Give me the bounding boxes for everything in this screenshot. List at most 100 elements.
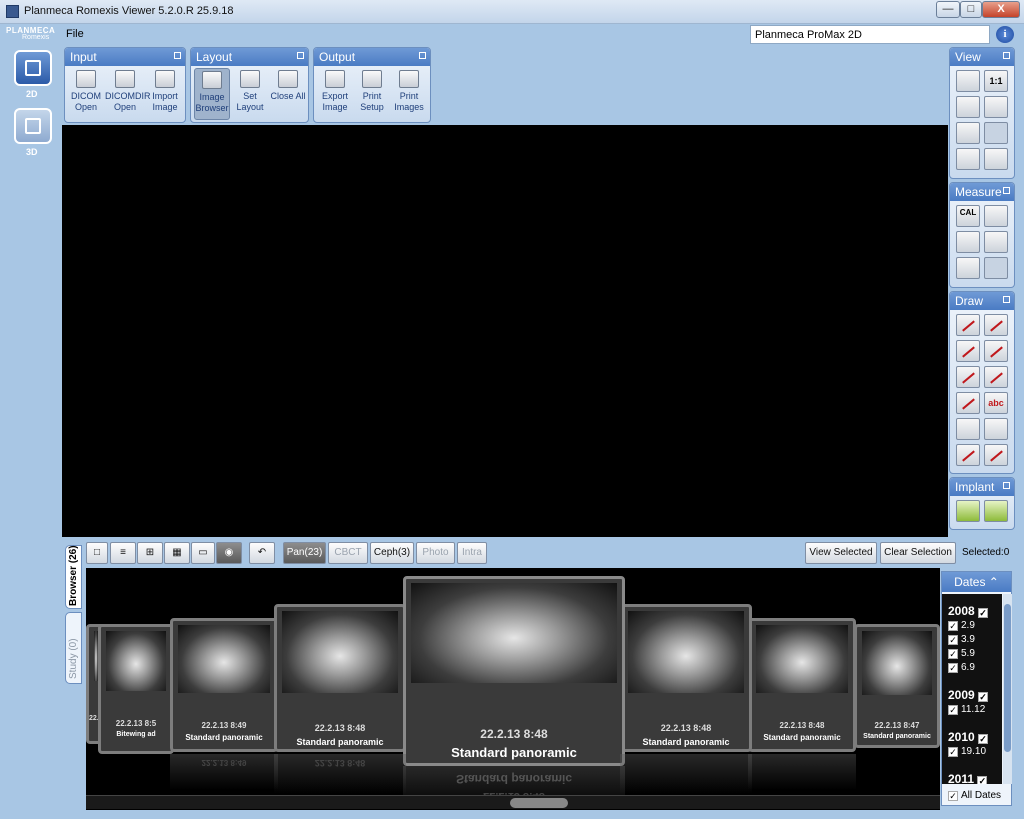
close-button[interactable]: X xyxy=(982,1,1020,18)
single-view-button[interactable]: □ xyxy=(86,542,108,564)
draw-delete-icon[interactable] xyxy=(956,444,980,466)
tab-study[interactable]: Study (0) xyxy=(65,612,82,684)
export-image-button[interactable]: Export Image xyxy=(317,70,353,113)
rotate-icon[interactable]: ↶ xyxy=(249,542,275,564)
mode-2d-button[interactable] xyxy=(14,50,52,86)
date-item[interactable]: ✓ 3.9 xyxy=(948,634,975,645)
histogram-icon[interactable] xyxy=(956,257,980,279)
draw-ellipse-icon[interactable] xyxy=(956,392,980,414)
zoom-1to1-icon[interactable]: 1:1 xyxy=(984,70,1008,92)
minimize-button[interactable]: — xyxy=(936,1,960,18)
date-year-item[interactable]: 2010 ✓ xyxy=(948,730,991,744)
expand-icon[interactable] xyxy=(419,52,426,59)
all-dates-toggle[interactable]: ✓ All Dates xyxy=(948,790,1001,801)
grid-view-icon[interactable]: ▦ xyxy=(164,542,190,564)
coverflow-view-icon[interactable]: ◉ xyxy=(216,542,242,564)
date-checkbox[interactable]: ✓ xyxy=(948,747,958,757)
view-selected-button[interactable]: View Selected xyxy=(805,542,877,564)
close-all-button[interactable]: Close All xyxy=(269,70,307,102)
date-checkbox[interactable]: ✓ xyxy=(948,621,958,631)
ruler-icon[interactable] xyxy=(956,231,980,253)
brightness-icon[interactable] xyxy=(956,148,980,170)
filter-photo-button[interactable]: Photo xyxy=(416,542,455,564)
line-measure-icon[interactable] xyxy=(984,257,1008,279)
filter-intra-button[interactable]: Intra xyxy=(457,542,487,564)
date-year-item[interactable]: 2011 ✓ xyxy=(948,772,990,784)
info-button[interactable]: i xyxy=(996,26,1014,43)
thumbnail-card[interactable]: 22.2.13 8:5 Bitewing ad xyxy=(98,624,174,754)
expand-icon[interactable] xyxy=(1003,52,1010,59)
list-view-icon[interactable]: ≡ xyxy=(110,542,136,564)
fit-icon[interactable] xyxy=(956,70,980,92)
filmstrip-view-icon[interactable]: ▭ xyxy=(191,542,215,564)
date-item[interactable]: ✓ 19.10 xyxy=(948,746,986,757)
expand-icon[interactable] xyxy=(174,52,181,59)
image-viewport[interactable] xyxy=(62,125,948,537)
date-checkbox[interactable]: ✓ xyxy=(948,663,958,673)
tab-browser[interactable]: Browser (26) xyxy=(65,545,82,609)
draw-text-icon[interactable]: abc xyxy=(984,392,1008,414)
filter-ceph-button[interactable]: Ceph(3) xyxy=(370,542,414,564)
print-images-button[interactable]: Print Images xyxy=(391,70,427,113)
draw-edit-icon[interactable] xyxy=(984,444,1008,466)
import-image-button[interactable]: Import Image xyxy=(147,70,183,113)
tree-view-icon[interactable]: ⊞ xyxy=(137,542,163,564)
clear-selection-button[interactable]: Clear Selection xyxy=(880,542,956,564)
expand-icon[interactable] xyxy=(1003,296,1010,303)
contrast-icon[interactable] xyxy=(984,148,1008,170)
expand-icon[interactable] xyxy=(1003,187,1010,194)
date-item[interactable]: ✓ 6.9 xyxy=(948,662,975,673)
menu-file[interactable]: File xyxy=(66,28,84,40)
thumbnail-card[interactable]: 22.2.13 8:48 Standard panoramic xyxy=(620,604,752,752)
expand-icon[interactable] xyxy=(297,52,304,59)
date-item[interactable]: ✓ 5.9 xyxy=(948,648,975,659)
draw-note-icon[interactable] xyxy=(984,418,1008,440)
draw-select-icon[interactable] xyxy=(956,418,980,440)
dates-title[interactable]: Dates ⌃ xyxy=(942,572,1011,592)
filter-pan-button[interactable]: Pan(23) xyxy=(283,542,326,564)
dates-scroll-thumb[interactable] xyxy=(1004,604,1011,752)
date-checkbox[interactable]: ✓ xyxy=(948,705,958,715)
expand-icon[interactable] xyxy=(1003,482,1010,489)
implant-tool-icon[interactable] xyxy=(984,500,1008,522)
thumbnail-card[interactable]: 22.2.13 8:49 Standard panoramic xyxy=(170,618,278,752)
image-carousel[interactable]: 22.2.13 22.2.13 8:5 Bitewing ad 22.2.13 … xyxy=(86,568,940,810)
date-checkbox[interactable]: ✓ xyxy=(948,649,958,659)
maximize-button[interactable]: □ xyxy=(960,1,982,18)
thumbnail-card[interactable]: 22.2.13 8:48 Standard panoramic xyxy=(748,618,856,752)
pan-hand-icon[interactable] xyxy=(984,122,1008,144)
magnifier-icon[interactable] xyxy=(984,96,1008,118)
copy-icon[interactable] xyxy=(956,122,980,144)
thumbnail-card[interactable]: 22.2.13 8:47 Standard panoramic xyxy=(854,624,940,748)
zoom-fit-icon[interactable] xyxy=(956,96,980,118)
date-checkbox[interactable]: ✓ xyxy=(948,635,958,645)
dicomdir-open-button[interactable]: DICOMDIR Open xyxy=(105,70,151,113)
date-year-item[interactable]: 2009 ✓ xyxy=(948,688,991,702)
profile-icon[interactable] xyxy=(984,231,1008,253)
device-name-field[interactable]: Planmeca ProMax 2D xyxy=(750,25,990,44)
draw-line-icon[interactable] xyxy=(956,314,980,336)
date-item[interactable]: ✓ 2.9 xyxy=(948,620,975,631)
filter-cbct-button[interactable]: CBCT xyxy=(328,542,368,564)
angle-icon[interactable] xyxy=(984,205,1008,227)
thumbnail-card-selected[interactable]: 22.2.13 8:48 Standard panoramic xyxy=(403,576,625,766)
print-setup-button[interactable]: Print Setup xyxy=(355,70,389,113)
draw-freehand-icon[interactable] xyxy=(956,366,980,388)
draw-angle-icon[interactable] xyxy=(956,340,980,362)
carousel-scroll-thumb[interactable] xyxy=(510,798,568,808)
image-browser-button[interactable]: Image Browser xyxy=(194,68,230,120)
implant-icon[interactable] xyxy=(956,500,980,522)
calibrate-icon[interactable]: CAL xyxy=(956,205,980,227)
carousel-scrollbar[interactable] xyxy=(86,795,940,809)
draw-rectangle-icon[interactable] xyxy=(984,366,1008,388)
date-item[interactable]: ✓ 11.12 xyxy=(948,704,985,715)
date-checkbox[interactable]: ✓ xyxy=(977,776,988,784)
draw-polyline-icon[interactable] xyxy=(984,314,1008,336)
date-checkbox[interactable]: ✓ xyxy=(978,692,989,702)
date-checkbox[interactable]: ✓ xyxy=(978,608,989,618)
date-checkbox[interactable]: ✓ xyxy=(978,734,989,744)
draw-arrow-icon[interactable] xyxy=(984,340,1008,362)
date-year-item[interactable]: 2008 ✓ xyxy=(948,604,991,618)
dates-scrollbar[interactable] xyxy=(1003,594,1012,784)
dicom-open-button[interactable]: DICOM Open xyxy=(69,70,103,113)
